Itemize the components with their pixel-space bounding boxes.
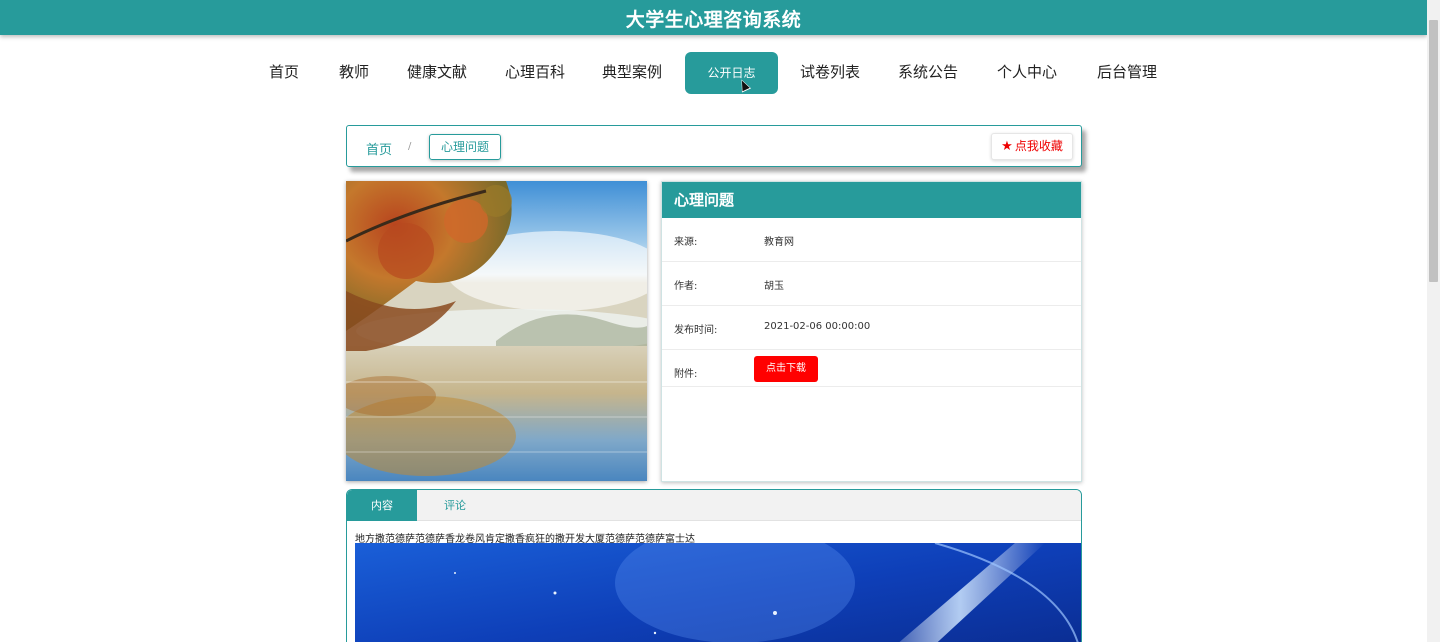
article-content-image	[355, 543, 1081, 642]
breadcrumb-home-link[interactable]: 首页	[366, 139, 392, 158]
nav-item-home[interactable]: 首页	[269, 52, 299, 94]
favorite-button[interactable]: ★ 点我收藏	[991, 133, 1073, 160]
article-cover-image	[346, 181, 647, 481]
tab-comments[interactable]: 评论	[417, 490, 493, 521]
nav-item-public-logs[interactable]: 公开日志	[685, 52, 778, 94]
nav-item-exam-list[interactable]: 试卷列表	[800, 52, 860, 94]
breadcrumb-separator: /	[408, 141, 412, 152]
source-value: 教育网	[764, 237, 794, 248]
nav-item-personal-center[interactable]: 个人中心	[997, 52, 1057, 94]
author-label: 作者:	[674, 281, 698, 292]
page-scrollbar[interactable]	[1427, 0, 1440, 642]
favorite-label: 点我收藏	[1014, 139, 1063, 153]
attachment-label: 附件:	[674, 369, 698, 380]
tab-content[interactable]: 内容	[347, 490, 417, 521]
info-row-source: 来源: 教育网	[662, 218, 1081, 262]
info-row-author: 作者: 胡玉	[662, 262, 1081, 306]
nav-item-admin[interactable]: 后台管理	[1097, 52, 1157, 94]
nav-item-psychology-wiki[interactable]: 心理百科	[505, 52, 565, 94]
article-info-panel: 心理问题 来源: 教育网 作者: 胡玉 发布时间: 2021-02-06 00:…	[661, 181, 1082, 482]
breadcrumb: 首页 / 心理问题 ★ 点我收藏	[346, 125, 1082, 167]
article-title: 心理问题	[662, 182, 1081, 218]
main-nav: 首页 教师 健康文献 心理百科 典型案例 公开日志 试卷列表 系统公告 个人中心…	[0, 52, 1427, 94]
nav-item-announcements[interactable]: 系统公告	[898, 52, 958, 94]
nav-item-health-literature[interactable]: 健康文献	[407, 52, 467, 94]
content-tabs-panel: 内容 评论 地方撒范德萨范德萨香龙卷风肯定撒香疯狂的撒开发大厦范德萨范德萨富士达	[346, 489, 1082, 642]
nav-item-typical-cases[interactable]: 典型案例	[602, 52, 662, 94]
publish-time-value: 2021-02-06 00:00:00	[764, 321, 871, 332]
info-row-attachment: 附件: 点击下载	[662, 350, 1081, 387]
site-title: 大学生心理咨询系统	[625, 9, 802, 31]
tab-bar: 内容 评论	[347, 490, 1081, 521]
breadcrumb-current[interactable]: 心理问题	[429, 134, 501, 160]
publish-time-label: 发布时间:	[674, 325, 718, 336]
top-header-bar: 大学生心理咨询系统	[0, 0, 1427, 35]
author-value: 胡玉	[764, 281, 784, 292]
download-button[interactable]: 点击下载	[754, 356, 818, 382]
scrollbar-thumb[interactable]	[1429, 20, 1438, 282]
star-icon: ★	[1001, 139, 1013, 154]
info-row-publish-time: 发布时间: 2021-02-06 00:00:00	[662, 306, 1081, 350]
source-label: 来源:	[674, 237, 698, 248]
nav-item-teacher[interactable]: 教师	[339, 52, 369, 94]
